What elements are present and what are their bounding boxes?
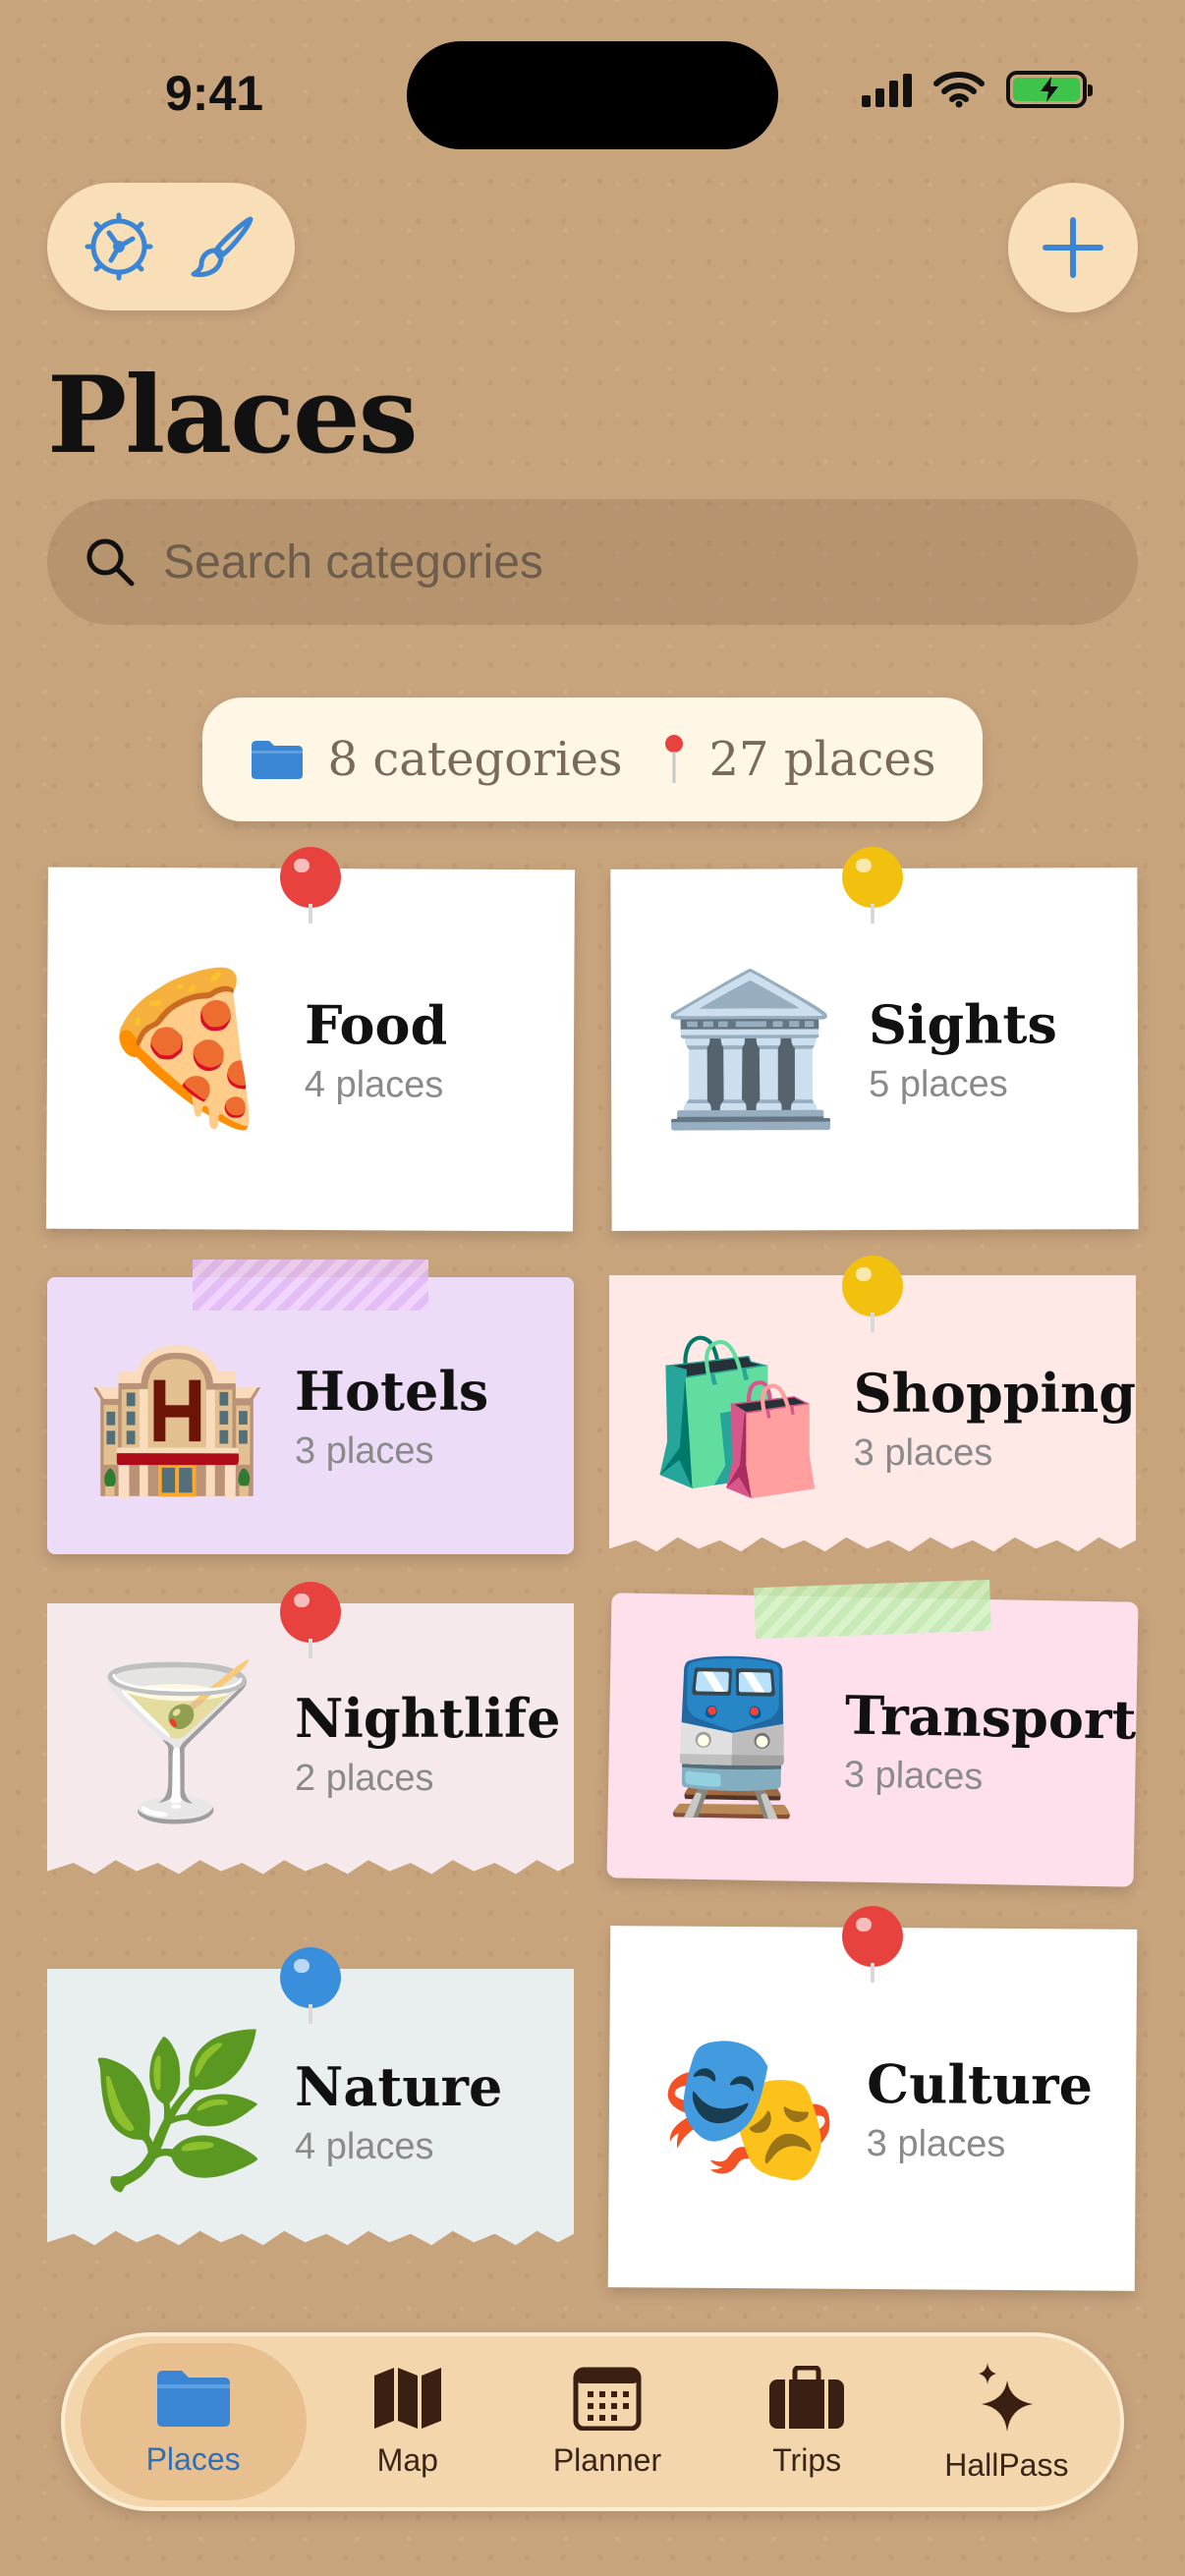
paintbrush-icon[interactable] <box>188 211 258 282</box>
tab-label: Trips <box>772 2441 842 2478</box>
tape-strip <box>193 1260 428 1311</box>
tape-strip <box>754 1579 991 1640</box>
folder-icon <box>156 2370 230 2427</box>
suitcase-icon <box>769 2365 845 2429</box>
category-count: 4 places <box>295 2125 434 2167</box>
category-count: 5 places <box>869 1063 1008 1105</box>
search-icon <box>86 538 135 587</box>
map-pin-icon <box>664 735 683 783</box>
pushpin-icon <box>280 847 341 924</box>
train-icon: 🚆 <box>639 1650 826 1825</box>
category-name: Shopping <box>853 1361 1136 1425</box>
categories-count: 8 categories <box>327 732 623 787</box>
pushpin-icon <box>280 1947 341 2024</box>
tab-map[interactable]: Map <box>310 2343 506 2500</box>
tab-label: Planner <box>552 2441 662 2478</box>
pushpin-icon <box>280 1582 341 1658</box>
toolbar-pill <box>47 183 295 310</box>
places-count: 27 places <box>708 732 936 787</box>
category-name: Sights <box>868 991 1057 1056</box>
classical-building-icon: 🏛️ <box>658 964 843 1136</box>
pushpin-icon <box>842 847 903 924</box>
tab-bar: Places Map Planner Trips HallPass <box>61 2332 1124 2511</box>
folder-icon <box>251 741 303 779</box>
category-count: 4 places <box>304 1063 444 1106</box>
calendar-icon <box>573 2367 642 2431</box>
summary-badge: 8 categories 27 places <box>202 698 983 821</box>
dynamic-island <box>407 41 778 149</box>
hotel-icon: 🏨 <box>85 1330 269 1501</box>
category-name: Culture <box>866 2051 1094 2117</box>
wifi-icon <box>933 72 985 108</box>
pizza-icon: 🍕 <box>94 962 279 1135</box>
category-count: 3 places <box>843 1753 984 1798</box>
page-title: Places <box>47 354 418 477</box>
category-name: Food <box>304 992 448 1057</box>
category-card-transport[interactable]: 🚆 Transport 3 places <box>606 1593 1139 1887</box>
tab-planner[interactable]: Planner <box>509 2343 705 2500</box>
performing-arts-icon: 🎭 <box>656 2021 841 2194</box>
category-count: 3 places <box>295 1429 434 1472</box>
tab-trips[interactable]: Trips <box>708 2343 905 2500</box>
map-icon <box>373 2367 441 2429</box>
category-count: 3 places <box>866 2122 1006 2165</box>
tab-label: HallPass <box>944 2446 1069 2483</box>
category-card-hotels[interactable]: 🏨 Hotels 3 places <box>47 1277 574 1554</box>
category-name: Transport <box>844 1683 1137 1752</box>
cellular-signal-icon <box>862 72 912 107</box>
plus-icon <box>1043 217 1103 278</box>
pushpin-icon <box>842 1256 903 1332</box>
status-time: 9:41 <box>165 66 264 121</box>
category-count: 2 places <box>295 1757 434 1799</box>
category-count: 3 places <box>853 1431 993 1474</box>
category-name: Nature <box>295 2054 503 2118</box>
tab-label: Places <box>145 2440 241 2477</box>
cocktail-glass-icon: 🍸 <box>85 1657 269 1828</box>
add-category-button[interactable] <box>1008 183 1138 312</box>
status-icons <box>862 71 1093 108</box>
category-card-sights[interactable]: 🏛️ Sights 5 places <box>610 868 1139 1231</box>
tab-label: Map <box>376 2441 438 2478</box>
shopping-bags-icon: 🛍️ <box>645 1332 829 1503</box>
category-name: Nightlife <box>295 1686 561 1750</box>
battery-icon <box>1006 71 1093 108</box>
sparkles-icon <box>979 2362 1034 2432</box>
settings-dial-icon[interactable] <box>84 211 154 282</box>
tab-places[interactable]: Places <box>80 2343 307 2500</box>
search-input[interactable] <box>163 534 1047 589</box>
tab-hallpass[interactable]: HallPass <box>908 2343 1104 2500</box>
herb-icon: 🌿 <box>85 2026 269 2197</box>
search-bar[interactable] <box>47 499 1138 625</box>
pushpin-icon <box>842 1906 903 1983</box>
category-name: Hotels <box>295 1359 489 1423</box>
